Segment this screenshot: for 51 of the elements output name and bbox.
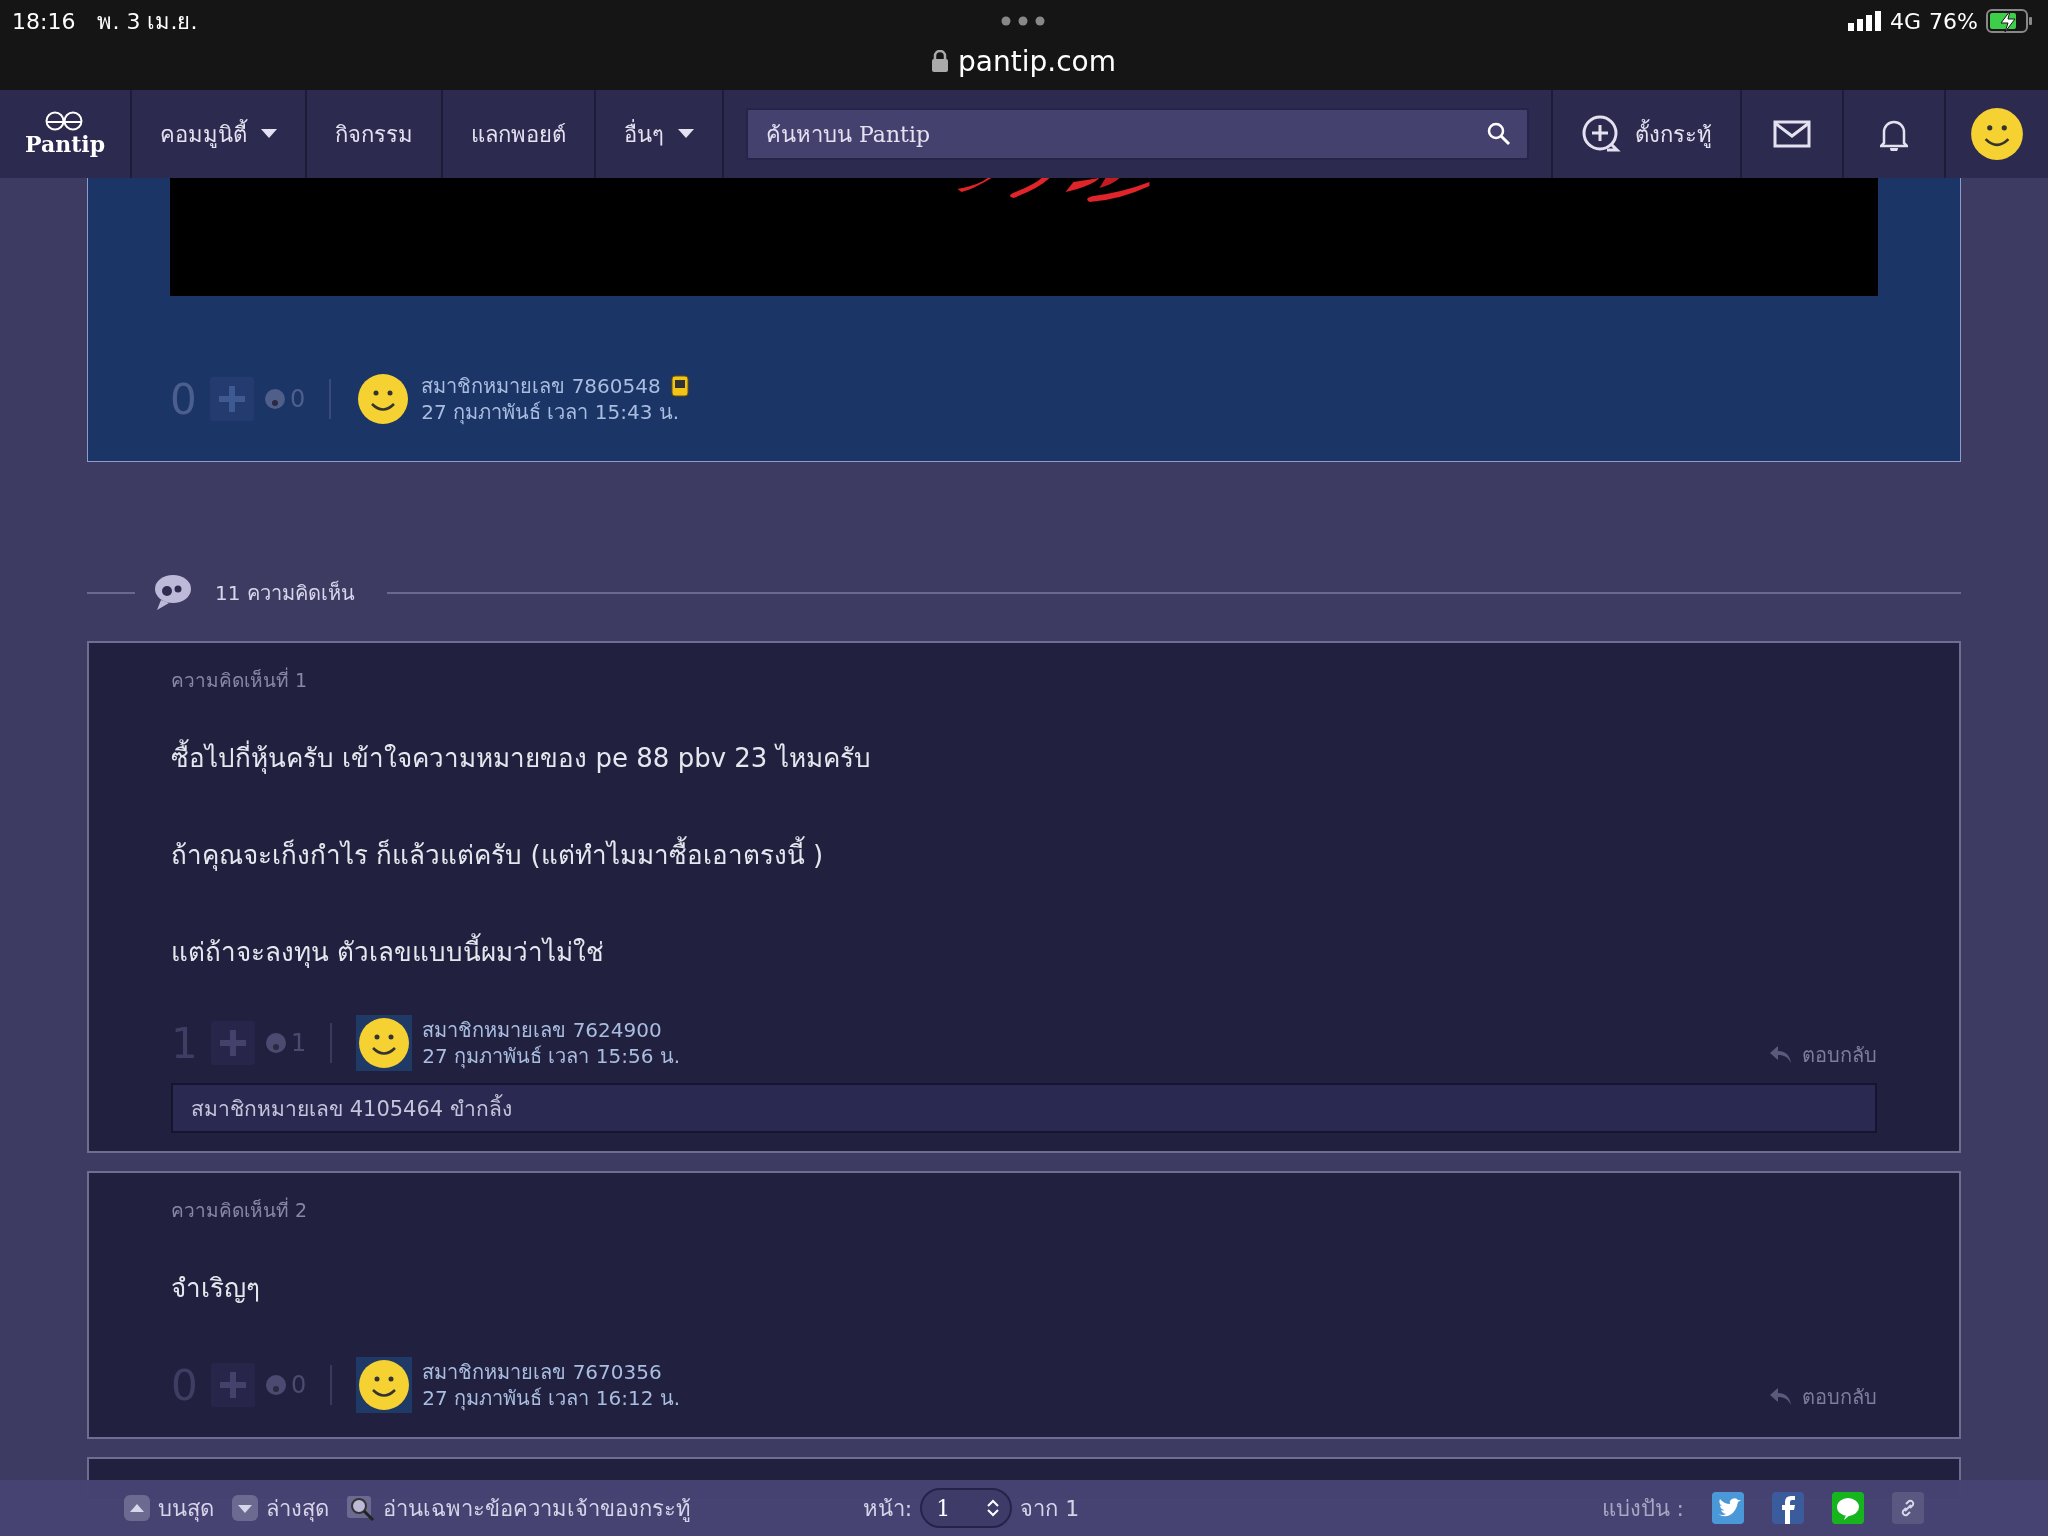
magnifier-icon[interactable]	[347, 1494, 375, 1522]
reaction-summary: สมาชิกหมายเลข 4105464 ขำกลิ้ง	[171, 1083, 1877, 1133]
reply-button[interactable]: ตอบกลับ	[1770, 1381, 1877, 1413]
owner-only-link[interactable]: อ่านเฉพาะข้อความเจ้าของกระทู้	[383, 1490, 691, 1526]
post-time: 27 กุมภาพันธ์ เวลา 15:56 น.	[422, 1043, 681, 1069]
post-time: 27 กุมภาพันธ์ เวลา 15:43 น.	[421, 399, 681, 425]
lock-icon	[932, 50, 949, 72]
search-icon[interactable]	[1487, 122, 1511, 146]
search-field[interactable]: ค้นหาบน Pantip	[746, 108, 1529, 160]
spinner-icon	[986, 1498, 1001, 1518]
scroll-up-icon[interactable]	[124, 1495, 150, 1521]
page-label: หน้า:	[862, 1494, 913, 1523]
reply-icon	[1770, 1388, 1792, 1406]
status-time: 18:16	[12, 8, 76, 34]
battery-percent: 76%	[1929, 8, 1978, 34]
avatar-icon	[356, 1015, 413, 1071]
share-label: แบ่งปัน :	[1601, 1494, 1684, 1523]
comment-count: 11 ความคิดเห็น	[215, 579, 355, 607]
scroll-top-link[interactable]: บนสุด	[158, 1490, 214, 1526]
more-icon[interactable]	[1000, 16, 1045, 26]
comment-number: ความคิดเห็นที่ 1	[171, 666, 309, 693]
twitter-icon[interactable]	[1712, 1492, 1744, 1524]
badge-icon	[670, 375, 689, 397]
comment-number: ความคิดเห็นที่ 2	[171, 1196, 309, 1223]
facebook-icon[interactable]	[1772, 1492, 1804, 1524]
status-date: พ. 3 เม.ย.	[97, 7, 198, 36]
plus-icon	[219, 386, 245, 412]
scroll-bottom-link[interactable]: ล่างสุด	[266, 1490, 329, 1526]
add-chat-icon	[1581, 114, 1621, 154]
reply-icon	[1770, 1046, 1792, 1064]
author-name[interactable]: สมาชิกหมายเลข 7670356	[422, 1359, 662, 1385]
signal-icon	[1848, 11, 1883, 31]
mail-icon	[1773, 120, 1811, 148]
scroll-down-icon[interactable]	[232, 1495, 258, 1521]
plus-icon	[220, 1372, 246, 1398]
author-name[interactable]: สมาชิกหมายเลข 7860548	[421, 373, 661, 399]
comment-text: ซื้อไปกี่หุ้นครับ เข้าใจความหมายของ pe 88 pbv 23 ไหมครับ	[171, 737, 1877, 778]
avatar-icon	[1968, 105, 2026, 163]
author-name[interactable]: สมาชิกหมายเลข 7624900	[422, 1017, 662, 1043]
plus-icon	[220, 1030, 246, 1056]
comment-text: ถ้าคุณจะเก็งกำไร ก็แล้วแต่ครับ (แต่ทำไมมาซื้อเอาตรงนี้ )	[171, 834, 1877, 875]
link-icon[interactable]	[1892, 1492, 1924, 1524]
comment-text: แต่ถ้าจะลงทุน ตัวเลขแบบนี้ผมว่าไม่ใช่	[171, 931, 1877, 972]
network-label: 4G	[1890, 8, 1922, 34]
url-text[interactable]: pantip.com	[958, 44, 1116, 78]
avatar-icon	[356, 1357, 413, 1413]
page-select[interactable]: 1	[920, 1488, 1013, 1528]
comment-text: จำเริญๆ	[171, 1272, 261, 1305]
page-total: จาก 1	[1020, 1494, 1080, 1523]
post-time: 27 กุมภาพันธ์ เวลา 16:12 น.	[422, 1385, 681, 1411]
reply-button[interactable]: ตอบกลับ	[1770, 1039, 1877, 1071]
